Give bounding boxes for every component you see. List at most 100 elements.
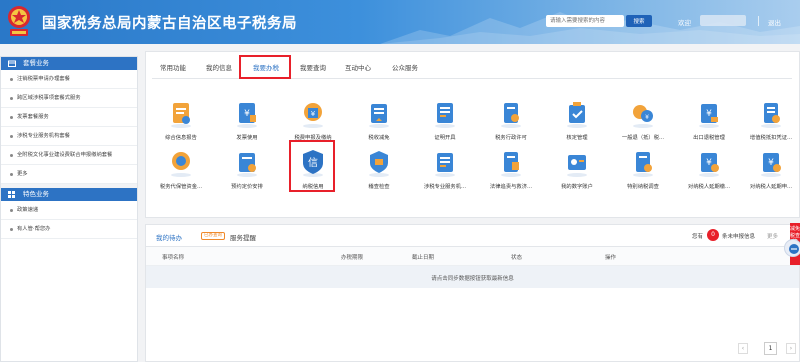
pending-suffix: 条未申报信息	[722, 234, 756, 240]
tile-export-refund[interactable]: ¥ 出口退税管理	[678, 99, 740, 149]
tab-interaction-center[interactable]: 互动中心	[345, 62, 371, 72]
tile-admin-permit[interactable]: 税务行政许可	[480, 99, 542, 149]
tile-digital-account[interactable]: 我的数字账户	[546, 148, 608, 198]
col-status: 状态	[511, 255, 523, 261]
sidebar-item[interactable]: 政策速递	[1, 201, 137, 220]
digital-account-icon	[567, 155, 587, 177]
highlight-credit-box	[289, 140, 335, 192]
tile-special-investigation[interactable]: 特别纳税调查	[612, 148, 674, 198]
svg-text:¥: ¥	[706, 158, 712, 168]
tile-custody-fund[interactable]: 税务代保管资金...	[150, 148, 212, 198]
svg-text:¥: ¥	[311, 110, 316, 118]
svg-text:¥: ¥	[244, 109, 250, 119]
header-divider	[758, 16, 759, 26]
tile-deferred-payment[interactable]: ¥ 对纳税人延期缴...	[678, 148, 740, 198]
col-action: 操作	[605, 255, 617, 261]
tile-vat-deduction[interactable]: 增值税抵扣凭证...	[740, 99, 800, 149]
grid-icon	[8, 191, 15, 198]
tile-tax-agency[interactable]: 涉税专业服务机...	[414, 148, 476, 198]
col-deadline: 截止日期	[412, 255, 435, 261]
tile-comprehensive-report[interactable]: 综合信息报告	[150, 99, 212, 149]
sidebar-group-title: 套餐业务	[23, 59, 49, 67]
svg-text:¥: ¥	[645, 114, 649, 121]
sidebar-item[interactable]: 有人管·帮您办	[1, 220, 137, 239]
handled-query-badge[interactable]: 已办查询	[201, 232, 225, 240]
sidebar-item[interactable]: 涉税专业服务机构套餐	[1, 127, 137, 146]
username-redacted	[700, 15, 746, 26]
tab-my-info[interactable]: 我的信息	[206, 62, 232, 72]
col-tax-period: 办税期限	[341, 255, 364, 261]
main-panel: 常用功能 我的信息 我要办税 我要查询 互动中心 公众服务 综合信息报告 ¥ 发…	[145, 51, 800, 218]
invoice-icon: ¥	[237, 103, 257, 128]
package-icon	[8, 60, 16, 67]
pager-next-button[interactable]: ›	[786, 343, 796, 354]
search-input[interactable]	[546, 15, 624, 27]
tile-inspection[interactable]: 稽查检查	[348, 148, 410, 198]
sidebar-group-header-package[interactable]: 套餐业务	[1, 57, 137, 70]
search-button[interactable]: 搜索	[626, 15, 652, 27]
tile-pricing-arrangement[interactable]: 预约定价安排	[216, 148, 278, 198]
report-icon	[171, 103, 191, 128]
sidebar-group-title: 特色业务	[23, 190, 49, 198]
tile-label: 增值税抵扣凭证...	[749, 135, 793, 141]
tile-invoice-use[interactable]: ¥ 发票使用	[216, 99, 278, 149]
todo-tabs: 我的待办 已办查询 服务提醒 您有 0 条未申报信息 更多	[146, 225, 799, 250]
sidebar-item[interactable]: 注销税票申请办理套餐	[1, 70, 137, 89]
tile-label: 预约定价安排	[231, 184, 263, 190]
logout-link[interactable]: 退出	[768, 17, 781, 27]
pager-page-number[interactable]: 1	[764, 342, 777, 355]
refund-icon: ¥	[633, 105, 653, 128]
tile-label: 稽查检查	[368, 184, 390, 190]
tax-reduction-icon	[369, 104, 389, 128]
tile-label: 我的数字账户	[561, 184, 593, 190]
permit-icon	[501, 103, 521, 128]
sidebar-group-header-special[interactable]: 特色业务	[1, 188, 137, 201]
sidebar-item[interactable]: 发票套餐服务	[1, 108, 137, 127]
tab-my-todo[interactable]: 我的待办	[156, 232, 182, 250]
sidebar-item[interactable]: 跨区域涉税事项套餐式服务	[1, 89, 137, 108]
sidebar-item[interactable]: 全附税文化事业建设费联合申报缴纳套餐	[1, 146, 137, 165]
todo-panel: 我的待办 已办查询 服务提醒 您有 0 条未申报信息 更多 事项名称 办税期限 …	[145, 224, 800, 362]
site-title: 国家税务总局内蒙古自治区电子税务局	[42, 15, 297, 32]
custody-fund-icon	[171, 152, 191, 177]
tile-label: 对纳税人延期缴...	[687, 184, 731, 190]
tile-tax-reduction[interactable]: 税收减免	[348, 99, 410, 149]
site-header: 国家税务总局内蒙古自治区电子税务局 搜索 欢迎 退出	[0, 0, 800, 44]
floating-help-button[interactable]	[784, 239, 800, 257]
tax-emblem-logo	[8, 6, 30, 36]
tab-common-functions[interactable]: 常用功能	[160, 62, 186, 72]
legal-icon	[501, 152, 521, 177]
pending-prefix: 您有	[692, 234, 704, 240]
verification-icon	[567, 102, 587, 128]
tile-legal-remedy[interactable]: 法律追责与救济...	[480, 148, 542, 198]
tile-verification[interactable]: 核定管理	[546, 99, 608, 149]
pager-prev-button[interactable]: ‹	[738, 343, 748, 354]
export-refund-icon: ¥	[699, 104, 719, 128]
tile-label: 特别纳税调查	[627, 184, 659, 190]
certificate-icon	[435, 103, 455, 128]
tile-label: 税收减免	[368, 135, 390, 141]
table-empty-row: 请点击同步数据按钮获取最新信息	[146, 266, 799, 288]
tile-label: 核定管理	[566, 135, 588, 141]
tile-label: 税务行政许可	[495, 135, 527, 141]
agency-icon	[435, 153, 455, 177]
tile-label: 发票使用	[236, 135, 258, 141]
tab-public-service[interactable]: 公众服务	[392, 62, 418, 72]
svg-text:¥: ¥	[768, 158, 774, 168]
tile-label: 对纳税人延期申...	[749, 184, 793, 190]
more-link[interactable]: 更多	[767, 232, 778, 240]
tile-certificate[interactable]: 证明开具	[414, 99, 476, 149]
deferred-declare-icon: ¥	[761, 153, 781, 177]
tile-general-refund[interactable]: ¥ 一般退（抵）税...	[612, 99, 674, 149]
sidebar-item-more[interactable]: 更多	[1, 165, 137, 184]
tile-label: 证明开具	[434, 135, 456, 141]
tile-label: 法律追责与救济...	[489, 184, 533, 190]
tile-deferred-declare[interactable]: ¥ 对纳税人延期申...	[740, 148, 800, 198]
tab-service-reminder[interactable]: 服务提醒	[230, 232, 256, 242]
tab-query[interactable]: 我要查询	[300, 62, 326, 72]
tile-label: 一般退（抵）税...	[621, 135, 665, 141]
col-item-name: 事项名称	[162, 255, 185, 261]
tile-label: 税务代保管资金...	[159, 184, 203, 190]
chat-icon	[789, 244, 799, 254]
tile-label: 涉税专业服务机...	[423, 184, 467, 190]
